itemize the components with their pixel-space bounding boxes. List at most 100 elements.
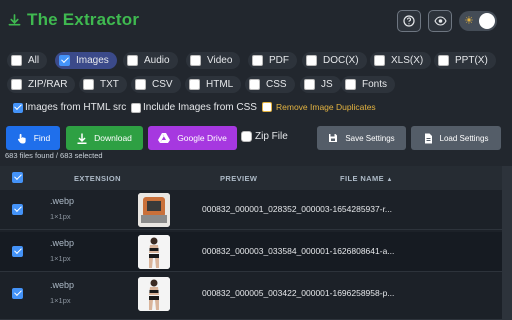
filter-images[interactable]: Images [55, 52, 117, 69]
table-row[interactable]: .webp 1×1px 000832_000003_033584_000001-… [0, 232, 502, 272]
filter-html[interactable]: HTML [185, 76, 242, 93]
checkbox[interactable] [83, 79, 94, 90]
checkbox[interactable] [241, 131, 252, 142]
image-thumbnail-icon [138, 193, 170, 227]
checkbox[interactable] [135, 79, 146, 90]
hand-pointer-icon [17, 133, 26, 144]
image-thumbnail-icon [138, 235, 170, 269]
checkbox[interactable] [190, 55, 201, 66]
find-button[interactable]: Find [6, 126, 60, 150]
header-extension[interactable]: EXTENSION [74, 174, 121, 183]
filter-label: CSS [266, 79, 287, 90]
checkbox[interactable] [345, 79, 356, 90]
checkbox[interactable] [249, 79, 260, 90]
app-header: The Extractor ☀ [0, 0, 512, 44]
row-dimensions: 1×1px [50, 296, 71, 305]
checkbox[interactable] [306, 55, 317, 66]
header-preview[interactable]: PREVIEW [220, 174, 257, 183]
row-file-name: 000832_000003_033584_000001-1626808641-a… [202, 246, 395, 256]
filter-xls[interactable]: XLS(X) [370, 52, 432, 69]
zip-file-label: Zip File [255, 131, 288, 142]
option-images-from-html[interactable]: Images from HTML src [13, 102, 126, 113]
checkbox[interactable] [304, 79, 315, 90]
option-remove-duplicates[interactable]: Remove Image Duplicates [262, 102, 376, 112]
help-button[interactable] [397, 10, 421, 32]
row-extension: .webp [50, 280, 75, 290]
file-icon [424, 133, 432, 143]
table-scrollbar[interactable] [502, 166, 512, 320]
filter-label: Fonts [362, 79, 388, 90]
checkbox[interactable] [262, 102, 272, 112]
preview-toggle-button[interactable] [428, 10, 452, 32]
filter-ppt[interactable]: PPT(X) [434, 52, 496, 69]
zip-file-option[interactable]: Zip File [241, 131, 288, 142]
checkbox[interactable] [438, 55, 449, 66]
preview-thumbnail[interactable] [138, 235, 170, 269]
filter-label: TXT [100, 79, 119, 90]
filter-css[interactable]: CSS [245, 76, 295, 93]
sort-asc-icon: ▲ [386, 177, 393, 183]
checkbox[interactable] [131, 102, 141, 113]
row-checkbox[interactable] [12, 246, 23, 257]
preview-thumbnail[interactable] [138, 193, 170, 227]
filter-label: Audio [144, 55, 170, 66]
header-file-name-label: FILE NAME [340, 174, 385, 183]
save-settings-button[interactable]: Save Settings [317, 126, 406, 150]
row-checkbox[interactable] [12, 204, 23, 215]
sun-icon: ☀ [464, 15, 474, 27]
row-checkbox[interactable] [12, 288, 23, 299]
row-dimensions: 1×1px [50, 254, 71, 263]
filter-zip[interactable]: ZIP/RAR [7, 76, 76, 93]
option-label: Include Images from CSS [143, 102, 257, 113]
table-header: EXTENSION PREVIEW FILE NAME ▲ [0, 166, 502, 190]
theme-toggle[interactable]: ☀ [459, 11, 497, 31]
filter-label: JS [321, 79, 333, 90]
filter-txt[interactable]: TXT [79, 76, 127, 93]
filter-doc[interactable]: DOC(X) [302, 52, 367, 69]
checkbox[interactable] [11, 55, 22, 66]
row-extension: .webp [50, 196, 75, 206]
checkbox[interactable] [11, 79, 22, 90]
row-file-name: 000832_000005_003422_000001-1696258958-p… [202, 288, 395, 298]
download-icon [77, 133, 87, 144]
filter-all[interactable]: All [7, 52, 48, 69]
image-thumbnail-icon [138, 277, 170, 311]
filter-fonts[interactable]: Fonts [341, 76, 396, 93]
checkbox[interactable] [374, 55, 385, 66]
filter-label: DOC(X) [323, 55, 359, 66]
header-file-name[interactable]: FILE NAME ▲ [340, 174, 393, 183]
option-label: Images from HTML src [25, 102, 127, 113]
checkbox[interactable] [13, 102, 23, 113]
checkbox[interactable] [189, 79, 200, 90]
preview-thumbnail[interactable] [138, 277, 170, 311]
filter-label: XLS(X) [391, 55, 424, 66]
table-row[interactable]: .webp 1×1px 000832_000001_028352_000003-… [0, 190, 502, 230]
table-row[interactable]: .webp 1×1px 000832_000005_003422_000001-… [0, 274, 502, 320]
filter-pdf[interactable]: PDF [248, 52, 297, 69]
filter-video[interactable]: Video [186, 52, 241, 69]
filter-label: CSV [152, 79, 173, 90]
download-icon [8, 13, 21, 26]
option-include-css[interactable]: Include Images from CSS [131, 102, 257, 113]
row-extension: .webp [50, 238, 75, 248]
checkbox[interactable] [59, 55, 70, 66]
filter-audio[interactable]: Audio [123, 52, 178, 69]
google-drive-icon [158, 133, 171, 143]
filter-label: All [28, 55, 40, 66]
find-label: Find [33, 133, 51, 143]
eye-icon [433, 16, 447, 26]
checkbox[interactable] [127, 55, 138, 66]
checkbox[interactable] [252, 55, 263, 66]
row-dimensions: 1×1px [50, 212, 71, 221]
select-all-checkbox[interactable] [12, 172, 23, 183]
google-drive-label: Google Drive [177, 133, 227, 143]
filter-label: ZIP/RAR [28, 79, 68, 90]
results-table: EXTENSION PREVIEW FILE NAME ▲ .webp 1×1p… [0, 166, 502, 320]
filter-label: PDF [269, 55, 289, 66]
google-drive-button[interactable]: Google Drive [148, 126, 237, 150]
toggle-knob [479, 13, 495, 29]
filter-js[interactable]: JS [300, 76, 341, 93]
download-button[interactable]: Download [66, 126, 143, 150]
filter-csv[interactable]: CSV [131, 76, 181, 93]
load-settings-button[interactable]: Load Settings [411, 126, 501, 150]
